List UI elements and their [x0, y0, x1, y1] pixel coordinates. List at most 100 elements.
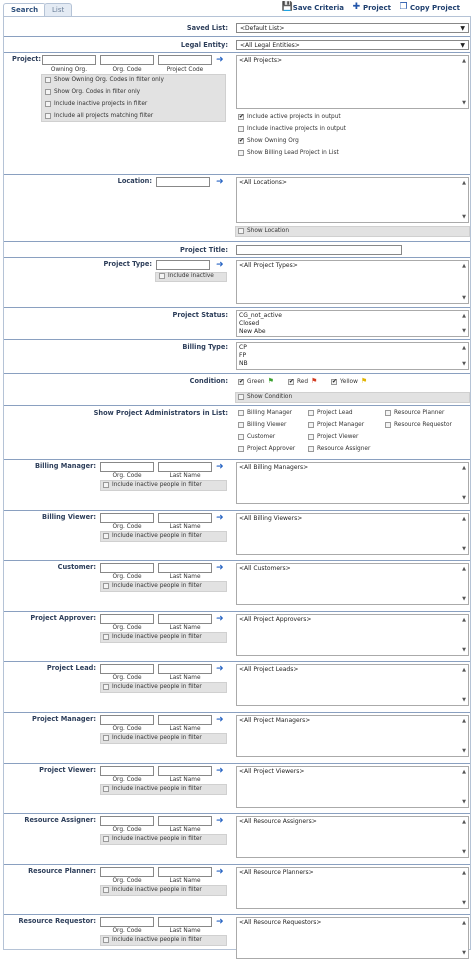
checkbox[interactable]: [159, 273, 165, 279]
checkbox[interactable]: [308, 422, 314, 428]
checkbox[interactable]: [45, 77, 51, 83]
admin-option[interactable]: Billing Viewer: [238, 422, 286, 428]
billing-type-item[interactable]: NB: [239, 360, 466, 368]
person-search-arrow-icon[interactable]: ➜: [216, 867, 224, 877]
org-code-input[interactable]: [100, 816, 154, 827]
person-search-arrow-icon[interactable]: ➜: [216, 665, 224, 674]
last-name-input[interactable]: [158, 462, 212, 472]
people-listbox[interactable]: <All Project Managers> ▲ ▼: [236, 715, 469, 757]
scroll-up-icon[interactable]: ▲: [462, 565, 466, 573]
checkbox[interactable]: [103, 886, 109, 893]
admin-option[interactable]: Resource Requestor: [385, 422, 452, 428]
person-search-arrow-icon[interactable]: ➜: [216, 564, 224, 573]
org-code-input[interactable]: [100, 512, 154, 523]
person-search-arrow-icon[interactable]: ➜: [216, 614, 224, 624]
checkbox[interactable]: [103, 583, 109, 590]
checkbox[interactable]: [238, 394, 244, 400]
filter-option[interactable]: Include inactive projects in filter: [45, 101, 147, 107]
checkbox[interactable]: [308, 410, 314, 416]
checkbox[interactable]: [308, 446, 314, 452]
checkbox[interactable]: [238, 434, 244, 440]
condition-yellow-option[interactable]: Yellow⚑: [331, 378, 367, 385]
admin-option[interactable]: Resource Assigner: [308, 446, 370, 452]
people-listbox[interactable]: <All Project Leads> ▲ ▼: [236, 664, 469, 707]
scroll-down-icon[interactable]: ▼: [462, 545, 466, 553]
project-types-listbox[interactable]: <All Project Types> ▲ ▼: [236, 260, 469, 304]
checkbox[interactable]: [103, 937, 109, 944]
include-inactive-people-option[interactable]: Include inactive people in filter: [103, 735, 202, 741]
admin-option[interactable]: Resource Planner: [385, 410, 444, 416]
checkbox[interactable]: [238, 446, 244, 452]
billing-type-item[interactable]: FP: [239, 352, 466, 360]
scroll-up-icon[interactable]: ▲: [462, 312, 466, 320]
include-inactive-people-option[interactable]: Include inactive people in filter: [103, 785, 202, 792]
tab-search[interactable]: Search: [3, 3, 47, 16]
last-name-input[interactable]: [158, 866, 212, 877]
checkbox[interactable]: [103, 633, 109, 640]
location-search-arrow-icon[interactable]: ➜: [216, 178, 224, 187]
checkbox-checked[interactable]: [238, 137, 244, 144]
show-condition-option[interactable]: Show Condition: [238, 394, 292, 400]
person-search-arrow-icon[interactable]: ➜: [216, 918, 224, 927]
checkbox[interactable]: [385, 410, 391, 416]
people-listbox[interactable]: <All Project Approvers> ▲ ▼: [236, 613, 469, 656]
scroll-down-icon[interactable]: ▼: [462, 494, 466, 502]
checkbox[interactable]: [103, 482, 109, 488]
admin-option[interactable]: Project Approver: [238, 446, 295, 452]
checkbox[interactable]: [385, 422, 391, 428]
last-name-input[interactable]: [158, 715, 212, 725]
locations-listbox[interactable]: <All Locations> ▲ ▼: [236, 177, 469, 223]
admin-option[interactable]: Project Viewer: [308, 434, 358, 440]
scroll-up-icon[interactable]: ▲: [462, 768, 466, 776]
org-code-input[interactable]: [100, 55, 154, 65]
scroll-up-icon[interactable]: ▲: [462, 818, 466, 826]
person-search-arrow-icon[interactable]: ➜: [216, 513, 224, 523]
include-inactive-people-option[interactable]: Include inactive people in filter: [103, 684, 202, 691]
project-status-listbox[interactable]: CG_not_active Closed New Abe ▲ ▼: [236, 310, 469, 337]
org-code-input[interactable]: [100, 765, 154, 776]
admin-option[interactable]: Customer: [238, 434, 275, 440]
include-inactive-people-option[interactable]: Include inactive people in filter: [103, 937, 202, 944]
scroll-down-icon[interactable]: ▼: [462, 747, 466, 755]
scroll-down-icon[interactable]: ▼: [462, 294, 466, 302]
scroll-up-icon[interactable]: ▲: [462, 515, 466, 523]
legal-entity-select[interactable]: <All Legal Entities> ▼: [236, 40, 469, 50]
owning-org-input[interactable]: [42, 55, 96, 65]
projects-listbox[interactable]: <All Projects> ▲ ▼: [236, 55, 469, 109]
scroll-up-icon[interactable]: ▲: [462, 666, 466, 674]
scroll-up-icon[interactable]: ▲: [462, 869, 466, 877]
project-type-search-arrow-icon[interactable]: ➜: [216, 261, 224, 270]
condition-red-option[interactable]: Red⚑: [288, 378, 317, 385]
output-option[interactable]: Include active projects in output: [238, 113, 341, 120]
checkbox[interactable]: [103, 836, 109, 843]
people-listbox[interactable]: <All Billing Managers> ▲ ▼: [236, 462, 469, 504]
condition-green-option[interactable]: Green⚑: [238, 378, 274, 385]
org-code-input[interactable]: [100, 917, 154, 928]
people-listbox[interactable]: <All Billing Viewers> ▲ ▼: [236, 512, 469, 555]
scroll-down-icon[interactable]: ▼: [462, 327, 466, 335]
output-option[interactable]: Show Billing Lead Project in List: [238, 150, 339, 156]
scroll-down-icon[interactable]: ▼: [462, 360, 466, 368]
project-title-input[interactable]: [236, 245, 402, 255]
admin-option[interactable]: Project Manager: [308, 422, 364, 428]
saved-list-select[interactable]: <Default List> ▼: [236, 23, 469, 33]
last-name-input[interactable]: [158, 664, 212, 675]
last-name-input[interactable]: [158, 917, 212, 928]
org-code-input[interactable]: [100, 866, 154, 877]
org-code-input[interactable]: [100, 563, 154, 574]
scroll-down-icon[interactable]: ▼: [462, 899, 466, 907]
checkbox[interactable]: [238, 126, 244, 132]
last-name-input[interactable]: [158, 816, 212, 827]
checkbox-checked[interactable]: [288, 378, 294, 385]
checkbox[interactable]: [103, 785, 109, 792]
location-input[interactable]: [156, 177, 210, 187]
checkbox-checked[interactable]: [331, 378, 337, 385]
output-option[interactable]: Show Owning Org: [238, 137, 299, 144]
scroll-down-icon[interactable]: ▼: [462, 99, 466, 107]
tab-list[interactable]: List: [44, 3, 73, 16]
checkbox[interactable]: [103, 735, 109, 741]
scroll-down-icon[interactable]: ▼: [462, 949, 466, 957]
project-status-item[interactable]: Closed: [239, 320, 466, 328]
project-search-arrow-icon[interactable]: ➜: [216, 56, 224, 65]
scroll-up-icon[interactable]: ▲: [462, 262, 466, 270]
